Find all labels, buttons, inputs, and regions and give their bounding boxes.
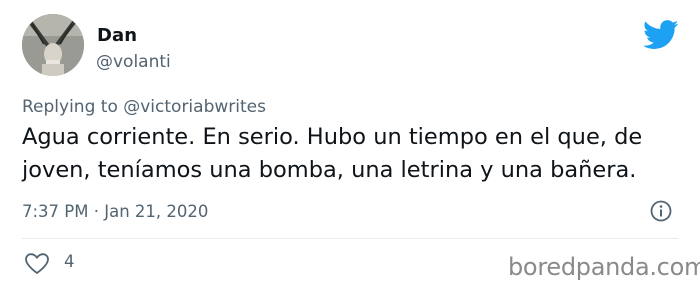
heart-icon[interactable] <box>24 252 50 276</box>
watermark: boredpanda.com <box>508 253 700 281</box>
author-handle[interactable]: @volanti <box>96 52 171 72</box>
tweet-text: Agua corriente. En serio. Hubo un tiempo… <box>22 121 682 187</box>
tweet-timestamp[interactable]: 7:37 PM · Jan 21, 2020 <box>22 202 208 221</box>
replying-prefix: Replying to <box>22 97 118 117</box>
tweet-text-line: Agua corriente. En serio. Hubo un tiempo… <box>22 124 643 150</box>
tweet-text-line: joven, teníamos una bomba, una letrina y… <box>22 157 637 183</box>
twitter-bird-icon[interactable] <box>643 20 679 50</box>
info-icon[interactable] <box>649 199 673 223</box>
author-name[interactable]: Dan <box>97 25 137 46</box>
replying-mention-link[interactable]: @victoriabwrites <box>123 97 266 117</box>
divider <box>22 238 678 239</box>
avatar[interactable] <box>22 14 84 76</box>
replying-to: Replying to @victoriabwrites <box>22 97 266 117</box>
like-count: 4 <box>64 252 75 271</box>
